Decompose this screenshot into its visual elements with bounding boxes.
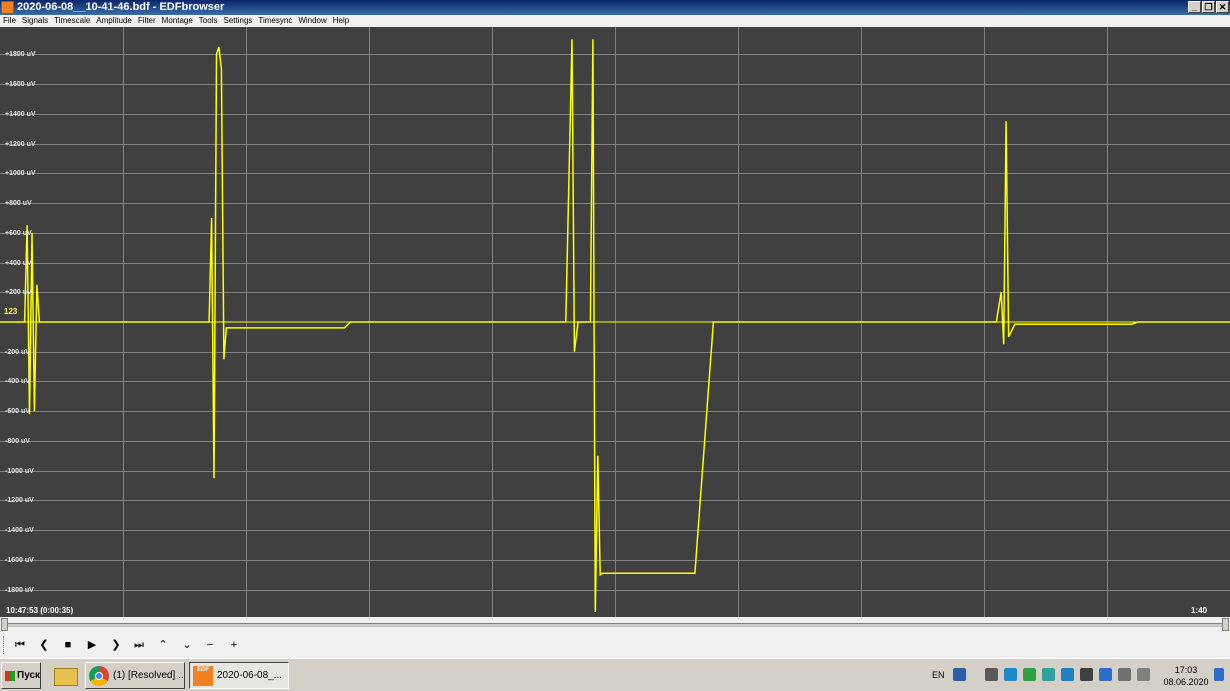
tray-app-icon[interactable] [1061,668,1074,681]
y-tick-label: +400 uV [5,259,32,267]
y-tick-label: +200 uV [5,288,32,296]
system-tray: EN 17:03 08.06.2020 [928,662,1228,689]
edfbrowser-app-icon [1,1,14,14]
y-tick-label: +1800 uV [5,50,36,58]
y-tick-label: -1800 uV [5,586,34,594]
minimize-button[interactable]: _ [1188,1,1201,13]
y-tick-label: -200 uV [5,348,30,356]
y-tick-label: +1400 uV [5,110,36,118]
horizontal-scrollbar[interactable] [0,617,1230,632]
play-button[interactable]: ▶ [82,637,102,653]
menu-timesync[interactable]: Timesync [255,15,295,27]
menu-filter[interactable]: Filter [135,15,159,27]
volume-icon[interactable] [1137,668,1150,681]
page-forward-button[interactable]: ❯ [106,637,126,653]
clock[interactable]: 17:03 08.06.2020 [1156,664,1216,688]
shift-up-button[interactable]: ⌃ [153,637,173,653]
time-end-label: 1:40 [1191,606,1208,615]
y-tick-label: -800 uV [5,437,30,445]
close-button[interactable]: ✕ [1216,1,1229,13]
menu-timescale[interactable]: Timescale [51,15,93,27]
start-label: Пуск [17,670,41,681]
y-tick-label: +1600 uV [5,80,36,88]
menu-amplitude[interactable]: Amplitude [93,15,135,27]
menu-bar: File Signals Timescale Amplitude Filter Monta… [0,15,1230,27]
window-title: 2020-06-08__10-41-46.bdf - EDFbrowser [17,1,225,13]
taskbar-item-label: 2020-06-08_... [217,670,283,681]
taskbar-item-label: (1) [Resolved] ... [113,670,185,681]
channel-label[interactable]: 123 [4,307,17,316]
display-tray-icon[interactable] [1099,668,1112,681]
restore-button[interactable]: ❐ [1202,1,1215,13]
time-start-label: 10:47:53 (0:00:35) [6,606,74,615]
signal-view[interactable]: 123 10:47:53 (0:00:35) 1:40 +1800 uV +160… [0,27,1230,617]
tray-app-icon[interactable] [985,668,998,681]
page-back-button[interactable]: ❮ [34,637,54,653]
show-desktop-button[interactable] [1214,668,1224,681]
y-tick-label: +1000 uV [5,169,36,177]
y-tick-label: -1600 uV [5,556,34,564]
folder-icon [54,668,78,686]
clock-date: 08.06.2020 [1163,677,1209,687]
taskbar-item-chrome[interactable]: (1) [Resolved] ... [85,662,185,689]
windows-flag-icon [5,671,15,681]
toolbar-grip[interactable] [3,636,7,654]
network-tray-icon[interactable] [1004,668,1017,681]
y-tick-label: +800 uV [5,199,32,207]
y-tick-label: -600 uV [5,407,30,415]
taskbar-item-edfbrowser[interactable]: EDF 2020-06-08_... [189,662,289,689]
start-button[interactable]: Пуск [1,662,41,689]
chrome-icon [89,666,109,686]
menu-signals[interactable]: Signals [19,15,51,27]
scrollbar-track[interactable] [5,623,1225,627]
menu-window[interactable]: Window [295,15,329,27]
menu-tools[interactable]: Tools [196,15,221,27]
menu-file[interactable]: File [0,15,19,27]
file-explorer-launcher[interactable] [50,662,80,689]
menu-help[interactable]: Help [330,15,352,27]
edfbrowser-icon: EDF [193,666,213,686]
connection-tray-icon[interactable] [1118,668,1131,681]
safe-remove-tray-icon[interactable] [1023,668,1036,681]
scrollbar-left-handle[interactable] [1,618,8,631]
title-bar: 2020-06-08__10-41-46.bdf - EDFbrowser _ … [0,0,1230,15]
tray-app-icon[interactable] [1042,668,1055,681]
stop-button[interactable]: ■ [58,637,78,653]
go-to-end-button[interactable]: ⏭ [129,637,149,653]
clock-time: 17:03 [1174,665,1198,675]
zoom-in-button[interactable]: + [224,637,244,653]
y-tick-label: -1200 uV [5,496,34,504]
zoom-out-button[interactable]: − [200,637,220,653]
help-tray-icon[interactable] [953,668,966,681]
language-indicator[interactable]: EN [932,670,945,680]
y-tick-label: -1000 uV [5,467,34,475]
navigation-toolbar: ⏮ ❮ ■ ▶ ❯ ⏭ ⌃ ⌄ − + [0,632,1230,658]
y-tick-label: +600 uV [5,229,32,237]
y-tick-label: -400 uV [5,377,30,385]
signal-canvas [0,27,1230,617]
y-tick-label: +1200 uV [5,140,36,148]
menu-settings[interactable]: Settings [220,15,255,27]
y-tick-label: -1400 uV [5,526,34,534]
tray-app-icon[interactable] [1080,668,1093,681]
taskbar: Пуск (1) [Resolved] ... EDF 2020-06-08_.… [0,658,1230,691]
menu-montage[interactable]: Montage [159,15,196,27]
shift-down-button[interactable]: ⌄ [177,637,197,653]
go-to-start-button[interactable]: ⏮ [10,637,30,653]
scrollbar-right-handle[interactable] [1222,618,1229,631]
